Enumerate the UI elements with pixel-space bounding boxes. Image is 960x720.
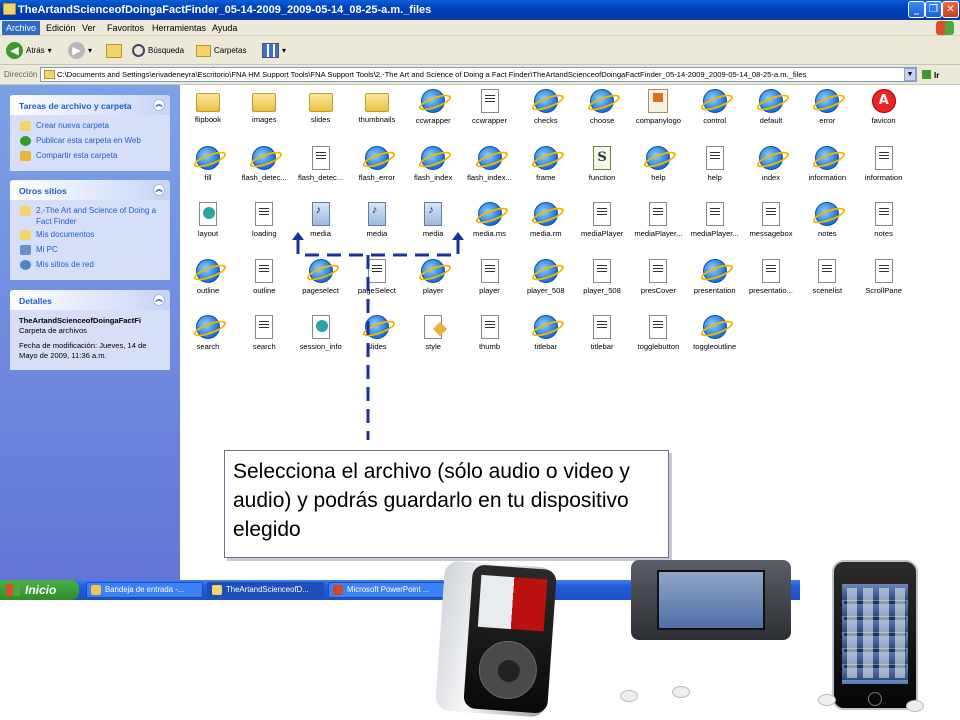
app-grid: [844, 588, 906, 678]
arrow-head-icon: [452, 232, 464, 240]
arrow-head-icon: [292, 232, 304, 240]
ipod-touch-image: [832, 560, 918, 710]
task-label: TheArtandScienceofD...: [226, 585, 309, 594]
ipod-front: [463, 564, 557, 714]
instruction-callout: Selecciona el archivo (sólo audio o vide…: [224, 450, 669, 558]
earbud-image: [672, 686, 690, 698]
player-screen: [657, 570, 765, 630]
earbud-image: [818, 694, 836, 706]
ipod-screen: [477, 574, 548, 632]
outlook-icon: [91, 585, 101, 595]
start-button[interactable]: Inicio: [0, 580, 79, 600]
click-wheel: [476, 639, 539, 701]
bracket-line: [296, 240, 460, 257]
taskbar-item-inbox[interactable]: Bandeja de entrada -...: [86, 582, 203, 598]
task-label: Bandeja de entrada -...: [105, 585, 185, 594]
start-label: Inicio: [25, 583, 57, 597]
powerpoint-icon: [333, 585, 343, 595]
media-player-image: [631, 560, 791, 640]
taskbar-item-explorer[interactable]: TheArtandScienceofD...: [207, 582, 324, 598]
home-button: [868, 692, 882, 706]
earbud-image: [620, 690, 638, 702]
ipod-classic-image: [434, 560, 557, 718]
task-label: Microsoft PowerPoint ...: [347, 585, 430, 594]
folder-icon: [212, 585, 222, 595]
taskbar-item-powerpoint[interactable]: Microsoft PowerPoint ...: [328, 582, 445, 598]
earbud-image: [906, 700, 924, 712]
slide: TheArtandScienceofDoingaFactFinder_05-14…: [0, 0, 960, 720]
